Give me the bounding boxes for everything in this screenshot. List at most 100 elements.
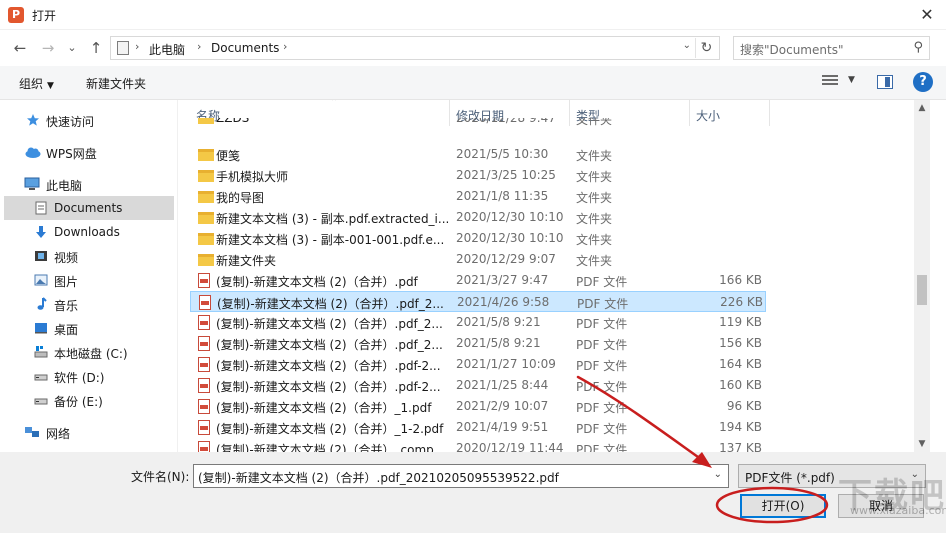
- file-modified-date: 2021/4/19 9:51: [456, 420, 549, 434]
- file-type: 文件夹: [576, 233, 613, 247]
- navigation-pane: 快速访问 WPS网盘 此电脑 Documents Downloads 视频 图片…: [0, 100, 178, 452]
- sidebar-item-desktop[interactable]: 桌面: [0, 316, 178, 340]
- file-name: (复制)-新建文本文档 (2)（合并）.pdf: [216, 275, 418, 289]
- file-row[interactable]: (复制)-新建文本文档 (2)（合并）.pdf-2... 2021/1/27 10…: [190, 354, 766, 375]
- sidebar-item-label: 备份 (E:): [54, 395, 103, 409]
- file-modified-date: 2021/5/8 9:21: [456, 336, 541, 350]
- file-row[interactable]: (复制)-新建文本文档 (2)（合并）.pdf_2... 2021/4/26 9:…: [190, 291, 766, 312]
- sidebar-item-wps-cloud[interactable]: WPS网盘: [0, 140, 178, 164]
- folder-icon: [198, 189, 214, 204]
- file-type: PDF 文件: [576, 275, 628, 289]
- music-icon: [37, 297, 47, 310]
- video-icon: [35, 251, 47, 261]
- file-type: PDF 文件: [576, 443, 628, 452]
- address-segment-documents[interactable]: Documents: [211, 41, 279, 55]
- desktop-icon: [35, 323, 47, 334]
- file-type: PDF 文件: [576, 338, 628, 352]
- dialog-footer: 文件名(N): (复制)-新建文本文档 (2)（合并）.pdf_20210205…: [0, 452, 946, 533]
- back-button[interactable]: ←: [10, 38, 30, 58]
- sidebar-item-drive-c[interactable]: 本地磁盘 (C:): [0, 340, 178, 364]
- file-row[interactable]: 新建文件夹 2020/12/29 9:07 文件夹: [190, 249, 766, 270]
- document-icon: [35, 201, 47, 215]
- refresh-button[interactable]: ↻: [695, 38, 717, 58]
- file-size: 194 KB: [719, 420, 762, 434]
- sidebar-item-quick-access[interactable]: 快速访问: [0, 108, 178, 132]
- vertical-scrollbar[interactable]: ▲ ▼: [914, 100, 930, 452]
- recent-locations-button[interactable]: ⌄: [62, 38, 82, 58]
- address-segment-this-pc[interactable]: 此电脑: [149, 41, 185, 58]
- scroll-up-icon[interactable]: ▲: [914, 100, 930, 116]
- file-type: PDF 文件: [576, 359, 628, 373]
- file-type: 文件夹: [576, 170, 613, 184]
- pdf-file-icon: [198, 378, 212, 393]
- chevron-right-icon[interactable]: ›: [283, 40, 287, 53]
- file-name: (复制)-新建文本文档 (2)（合并）.pdf_2...: [216, 338, 443, 352]
- help-icon[interactable]: ?: [913, 72, 933, 92]
- file-type: 文件夹: [576, 191, 613, 205]
- chevron-down-icon[interactable]: ⌄: [683, 40, 691, 51]
- organize-button[interactable]: 组织 ▼: [19, 75, 54, 92]
- file-row[interactable]: 手机模拟大师 2021/3/25 10:25 文件夹: [190, 165, 766, 186]
- file-row[interactable]: (复制)-新建文本文档 (2)（合并）_comp... 2020/12/19 11…: [190, 438, 766, 452]
- folder-icon: [198, 231, 214, 246]
- file-row[interactable]: (复制)-新建文本文档 (2)（合并）.pdf_2... 2021/5/8 9:2…: [190, 312, 766, 333]
- file-name: 手机模拟大师: [216, 170, 289, 184]
- sidebar-item-pictures[interactable]: 图片: [0, 268, 178, 292]
- file-row[interactable]: (复制)-新建文本文档 (2)（合并）.pdf-2... 2021/1/25 8:…: [190, 375, 766, 396]
- sidebar-item-downloads[interactable]: Downloads: [0, 220, 178, 244]
- file-name: 便笺: [216, 149, 241, 163]
- file-modified-date: 2021/4/26 9:58: [457, 295, 550, 309]
- file-row[interactable]: (复制)-新建文本文档 (2)（合并）.pdf 2021/3/27 9:47 PDF…: [190, 270, 766, 291]
- sidebar-item-label: 音乐: [54, 299, 79, 313]
- sidebar-item-drive-e[interactable]: 备份 (E:): [0, 388, 178, 412]
- scrollbar-thumb[interactable]: [917, 275, 927, 305]
- open-button[interactable]: 打开(O): [740, 494, 826, 518]
- file-modified-date: 2020/12/29 9:07: [456, 252, 556, 266]
- file-type: 文件夹: [576, 118, 613, 127]
- view-dropdown-arrow-icon[interactable]: ▼: [848, 75, 855, 85]
- sidebar-item-this-pc[interactable]: 此电脑: [0, 172, 178, 196]
- up-button[interactable]: ↑: [86, 38, 106, 58]
- sidebar-item-documents[interactable]: Documents: [4, 196, 174, 220]
- close-button[interactable]: ✕: [916, 4, 938, 26]
- sort-ascending-icon: ⌃: [330, 100, 339, 108]
- address-bar[interactable]: › 此电脑 › Documents › ⌄ ↻: [110, 36, 720, 60]
- file-row[interactable]: ZZDS 2020/12/28 9:47 文件夹: [190, 118, 766, 128]
- download-icon: [36, 226, 46, 238]
- file-modified-date: 2021/3/27 9:47: [456, 273, 549, 287]
- file-modified-date: 2020/12/30 10:10: [456, 231, 564, 245]
- file-modified-date: 2020/12/28 9:47: [456, 118, 556, 125]
- chevron-down-icon[interactable]: ⌄: [714, 469, 722, 480]
- file-row[interactable]: 新建文本文档 (3) - 副本.pdf.extracted_i... 2020/1…: [190, 207, 766, 228]
- search-icon: ⚲: [913, 40, 923, 55]
- file-modified-date: 2021/1/8 11:35: [456, 189, 549, 203]
- scroll-down-icon[interactable]: ▼: [914, 436, 930, 452]
- search-input[interactable]: 搜索"Documents" ⚲: [733, 36, 930, 60]
- file-row[interactable]: 便笺 2021/5/5 10:30 文件夹: [190, 144, 766, 165]
- sidebar-item-label: 软件 (D:): [54, 371, 105, 385]
- new-folder-button[interactable]: 新建文件夹: [86, 75, 146, 92]
- pdf-file-icon: [198, 336, 212, 351]
- preview-pane-icon[interactable]: [877, 75, 893, 89]
- sidebar-item-videos[interactable]: 视频: [0, 244, 178, 268]
- sidebar-item-network[interactable]: 网络: [0, 420, 178, 444]
- dropdown-arrow-icon: ▼: [47, 81, 54, 91]
- wps-app-icon: P: [8, 7, 24, 23]
- chevron-right-icon[interactable]: ›: [135, 40, 139, 53]
- file-type: PDF 文件: [576, 317, 628, 331]
- file-row[interactable]: (复制)-新建文本文档 (2)（合并）_1.pdf 2021/2/9 10:07 P…: [190, 396, 766, 417]
- forward-button[interactable]: →: [38, 38, 58, 58]
- file-row[interactable]: (复制)-新建文本文档 (2)（合并）.pdf_2... 2021/5/8 9:2…: [190, 333, 766, 354]
- file-size: 119 KB: [719, 315, 762, 329]
- file-row[interactable]: 我的导图 2021/1/8 11:35 文件夹: [190, 186, 766, 207]
- sidebar-item-music[interactable]: 音乐: [0, 292, 178, 316]
- organize-label: 组织: [19, 77, 44, 91]
- filename-input[interactable]: (复制)-新建文本文档 (2)（合并）.pdf_2021020509553952…: [193, 464, 729, 488]
- file-type: PDF 文件: [576, 380, 628, 394]
- file-type: 文件夹: [576, 254, 613, 268]
- sidebar-item-drive-d[interactable]: 软件 (D:): [0, 364, 178, 388]
- view-options-icon[interactable]: [822, 75, 838, 89]
- file-row[interactable]: (复制)-新建文本文档 (2)（合并）_1-2.pdf 2021/4/19 9:5…: [190, 417, 766, 438]
- chevron-right-icon[interactable]: ›: [197, 40, 201, 53]
- file-row[interactable]: 新建文本文档 (3) - 副本-001-001.pdf.e... 2020/12/…: [190, 228, 766, 249]
